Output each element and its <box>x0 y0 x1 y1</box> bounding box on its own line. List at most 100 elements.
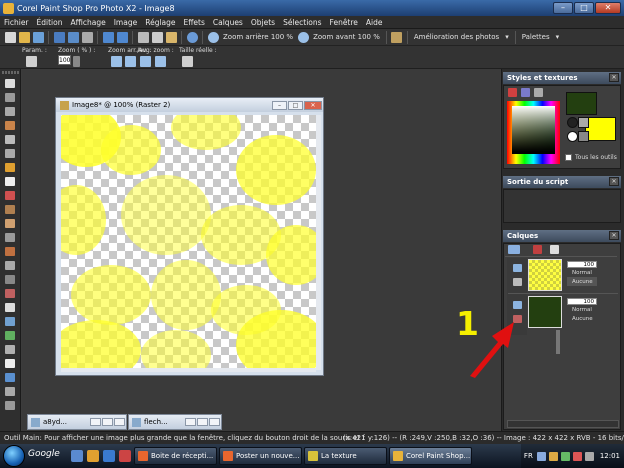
warp-brush-tool[interactable] <box>2 399 18 411</box>
save-as-icon[interactable] <box>67 31 79 43</box>
color-mode-icon[interactable] <box>508 88 517 97</box>
zoom-in-button[interactable]: Zoom avant 100 % <box>313 33 380 41</box>
layer-thumbnail[interactable] <box>528 259 562 291</box>
layers-horizontal-scrollbar[interactable] <box>507 420 619 428</box>
palettes-menu[interactable]: Palettes <box>522 33 550 41</box>
layer-row-raster-2[interactable]: 100 Normal Aucune <box>507 258 619 298</box>
picture-tube-tool[interactable] <box>2 343 18 355</box>
close-button[interactable] <box>209 418 220 426</box>
save-icon[interactable] <box>53 31 65 43</box>
taskbar-item[interactable]: Boite de récepti... <box>134 447 217 465</box>
layers-panel-header[interactable]: Calques ✕ <box>503 230 621 242</box>
preset-shape-tool[interactable] <box>2 371 18 383</box>
maximize-button[interactable] <box>102 418 113 426</box>
paint-brush-tool[interactable] <box>2 245 18 257</box>
zoom-previous-icon[interactable] <box>111 56 122 67</box>
menu-fenetre[interactable]: Fenêtre <box>326 18 362 27</box>
quicklaunch-icon[interactable] <box>119 450 131 462</box>
new-layer-icon[interactable] <box>508 245 520 254</box>
lighten-darken-tool[interactable] <box>2 287 18 299</box>
background-color-swatch[interactable] <box>585 117 616 141</box>
delete-layer-icon[interactable] <box>533 245 542 254</box>
image-maximize-button[interactable]: □ <box>288 100 303 110</box>
redo-icon[interactable] <box>116 31 128 43</box>
foreground-color-swatch[interactable] <box>566 92 597 115</box>
browse-icon[interactable] <box>32 31 44 43</box>
image-close-button[interactable]: ✕ <box>304 100 322 110</box>
layer-lock-mode[interactable]: Aucune <box>572 316 593 322</box>
actual-size-icon[interactable] <box>182 56 193 67</box>
enhance-dropdown-icon[interactable]: ▾ <box>505 33 509 41</box>
pan-tool[interactable] <box>2 77 18 89</box>
taskbar-item[interactable]: La texture <box>304 447 387 465</box>
dodge-tool[interactable] <box>2 273 18 285</box>
taskbar-item[interactable]: Poster un nouve... <box>219 447 302 465</box>
close-button[interactable] <box>114 418 125 426</box>
menu-aide[interactable]: Aide <box>362 18 387 27</box>
menu-selections[interactable]: Sélections <box>279 18 325 27</box>
scratch-remover-tool[interactable] <box>2 231 18 243</box>
airbrush-tool[interactable] <box>2 259 18 271</box>
all-tools-option[interactable]: Tous les outils <box>565 154 617 161</box>
layer-properties-icon[interactable] <box>550 245 559 254</box>
layer-opacity-field[interactable]: 100 <box>567 261 597 268</box>
tray-icon[interactable] <box>561 451 571 461</box>
zoom-more-in-icon[interactable] <box>155 56 166 67</box>
zoom-in-icon[interactable] <box>297 31 309 43</box>
layer-blend-mode[interactable]: Normal <box>572 307 592 313</box>
menu-reglage[interactable]: Réglage <box>141 18 179 27</box>
menu-calques[interactable]: Calques <box>209 18 247 27</box>
menu-affichage[interactable]: Affichage <box>66 18 109 27</box>
menu-fichier[interactable]: Fichier <box>0 18 33 27</box>
layer-link-icon[interactable] <box>513 278 522 286</box>
restore-button[interactable] <box>90 418 101 426</box>
image-horizontal-scrollbar[interactable] <box>61 368 316 372</box>
toolbar-grip[interactable] <box>2 71 19 74</box>
color-changer-tool[interactable] <box>2 329 18 341</box>
makeover-tool[interactable] <box>2 217 18 229</box>
layer-visibility-icon[interactable] <box>513 264 522 272</box>
clone-brush-tool[interactable] <box>2 203 18 215</box>
maximize-button[interactable] <box>197 418 208 426</box>
straighten-tool[interactable] <box>2 161 18 173</box>
menu-effets[interactable]: Effets <box>180 18 209 27</box>
enhance-photo-menu[interactable]: Amélioration des photos <box>414 33 499 41</box>
styles-panel-header[interactable]: Styles et textures ✕ <box>503 72 621 84</box>
text-tool[interactable] <box>2 357 18 369</box>
dropper-tool[interactable] <box>2 133 18 145</box>
panel-close-button[interactable]: ✕ <box>609 231 619 240</box>
freehand-selection-tool[interactable] <box>2 119 18 131</box>
image-minimize-button[interactable]: – <box>272 100 287 110</box>
paste-icon[interactable] <box>165 31 177 43</box>
taskbar-item-active[interactable]: Corel Paint Shop... <box>389 447 472 465</box>
layer-thumbnail[interactable] <box>528 296 562 328</box>
new-file-icon[interactable] <box>4 31 16 43</box>
background-style-icon[interactable] <box>567 131 578 142</box>
minimize-button[interactable]: – <box>553 2 573 14</box>
gradient-mode-icon[interactable] <box>521 88 530 97</box>
language-indicator[interactable]: FR <box>524 452 533 460</box>
swap-colors-icon[interactable] <box>578 131 589 142</box>
zoom-next-icon[interactable] <box>125 56 136 67</box>
crop-tool[interactable] <box>2 147 18 159</box>
layer-lock-mode[interactable]: Aucune <box>572 279 593 285</box>
layer-row-raster-1[interactable]: 100 Normal Aucune <box>507 295 619 335</box>
print-icon[interactable] <box>81 31 93 43</box>
selection-tool[interactable] <box>2 105 18 117</box>
perspective-tool[interactable] <box>2 175 18 187</box>
zoom-spin-icon[interactable] <box>73 56 80 67</box>
quicklaunch-icon[interactable] <box>71 450 83 462</box>
layer-opacity-field[interactable]: 100 <box>567 298 597 305</box>
pen-tool[interactable] <box>2 385 18 397</box>
cut-icon[interactable] <box>137 31 149 43</box>
quicklaunch-icon[interactable] <box>87 450 99 462</box>
open-file-icon[interactable] <box>18 31 30 43</box>
maximize-button[interactable]: □ <box>574 2 594 14</box>
restore-button[interactable] <box>185 418 196 426</box>
layer-visibility-icon[interactable] <box>513 301 522 309</box>
menu-edition[interactable]: Édition <box>33 18 67 27</box>
image-window-titlebar[interactable]: Image8* @ 100% (Raster 2) – □ ✕ <box>56 98 323 112</box>
info-icon[interactable] <box>186 31 198 43</box>
minimized-window[interactable]: a8yd... <box>27 414 127 430</box>
image-canvas[interactable] <box>61 115 316 370</box>
